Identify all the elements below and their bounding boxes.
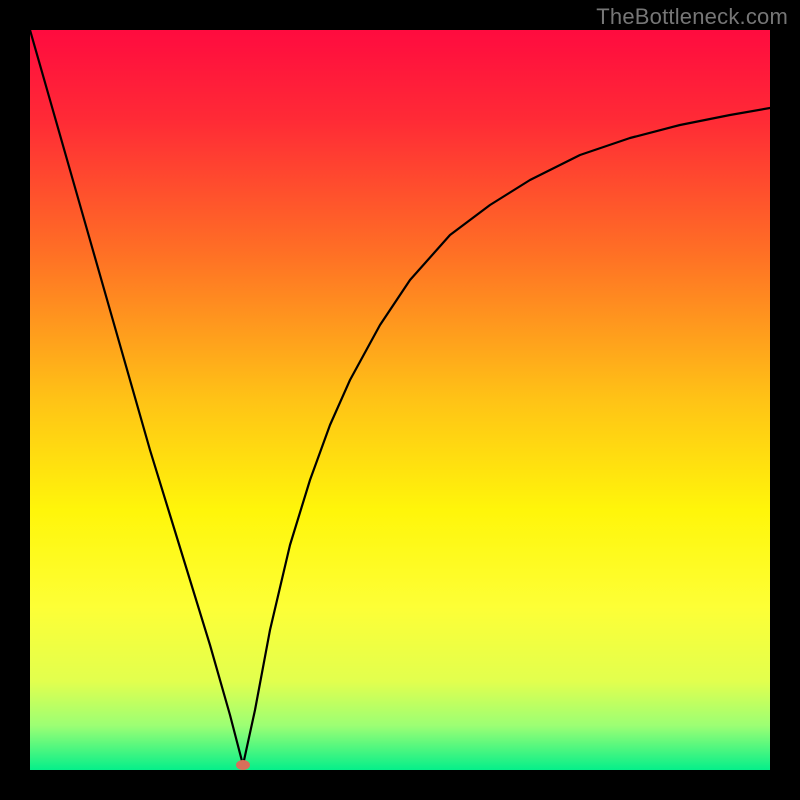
- watermark-text: TheBottleneck.com: [596, 4, 788, 30]
- bottleneck-curve: [30, 30, 770, 770]
- plot-area: [30, 30, 770, 770]
- minimum-marker: [236, 760, 250, 770]
- chart-frame: TheBottleneck.com: [0, 0, 800, 800]
